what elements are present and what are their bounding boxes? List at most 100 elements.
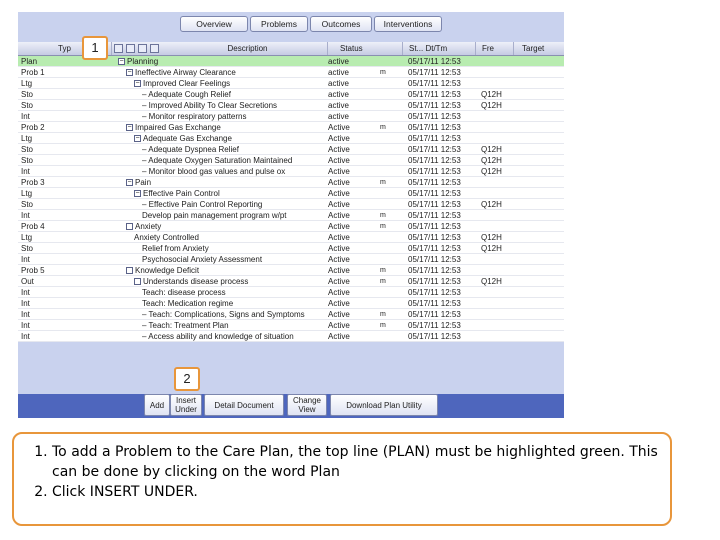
column-header-target[interactable]: Target <box>514 42 564 55</box>
row-description-cell: Understands disease process <box>134 276 334 287</box>
row-type: Sto <box>21 244 34 253</box>
row-flag-icon[interactable]: m <box>380 265 390 276</box>
table-row[interactable]: Prob 4 Anxiety Active m 05/17/11 12:53 <box>18 221 564 232</box>
row-start-datetime: 05/17/11 12:53 <box>408 255 461 264</box>
table-row[interactable]: Int – Teach: Treatment Plan Active m 05/17/1… <box>18 320 564 331</box>
column-header-start[interactable]: St... Dt/Tm <box>403 42 476 55</box>
row-frequency: Q12H <box>481 200 502 209</box>
row-type: Int <box>21 112 30 121</box>
collapse-icon[interactable]: − <box>134 135 141 143</box>
table-row[interactable]: Sto – Adequate Oxygen Saturation Maintain… <box>18 155 564 166</box>
row-description-cell: − Impaired Gas Exchange <box>126 122 326 133</box>
table-row[interactable]: Prob 5 Knowledge Deficit Active m 05/17/11 1… <box>18 265 564 276</box>
row-status: Active <box>328 222 350 231</box>
instructions-list: To add a Problem to the Care Plan, the t… <box>14 442 672 502</box>
column-header-description[interactable]: Description <box>168 42 328 55</box>
row-start-datetime: 05/17/11 12:53 <box>408 189 461 198</box>
row-description-cell: – Effective Pain Control Reporting <box>142 199 342 210</box>
care-plan-window: Overview Problems Outcomes Interventions… <box>18 12 564 418</box>
table-row[interactable]: Sto – Adequate Cough Relief active 05/17/11… <box>18 89 564 100</box>
table-row[interactable]: Prob 3− Pain Active m 05/17/11 12:53 <box>18 177 564 188</box>
row-flag-icon[interactable]: m <box>380 276 390 287</box>
expand-box-icon[interactable] <box>126 267 133 275</box>
table-row[interactable]: Int – Access ability and knowledge of sit… <box>18 331 564 342</box>
table-row[interactable]: Int Develop pain management program w/pt A… <box>18 210 564 221</box>
table-row[interactable]: Ltg − Effective Pain Control Active 05/17/11… <box>18 188 564 199</box>
row-status: Active <box>328 156 350 165</box>
tree-collapse-icon[interactable] <box>126 44 135 53</box>
row-type: Sto <box>21 145 34 154</box>
row-type: Ltg <box>21 134 33 143</box>
row-type: Sto <box>21 90 34 99</box>
tab-interventions[interactable]: Interventions <box>374 16 442 32</box>
row-flag-icon[interactable]: m <box>380 221 390 232</box>
tree-level-icon[interactable] <box>138 44 147 53</box>
row-status: active <box>328 57 349 66</box>
tab-outcomes[interactable]: Outcomes <box>310 16 372 32</box>
table-row[interactable]: Ltg − Improved Clear Feelings active 05/17/1… <box>18 78 564 89</box>
row-description: Relief from Anxiety <box>142 244 209 253</box>
add-button[interactable]: Add <box>144 394 170 416</box>
row-status: Active <box>328 233 350 242</box>
row-flag-icon[interactable]: m <box>380 210 390 221</box>
column-header-freq[interactable]: Fre <box>476 42 514 55</box>
row-type: Int <box>21 211 30 220</box>
row-flag-icon[interactable]: m <box>380 320 390 331</box>
row-description: Adequate Gas Exchange <box>143 134 232 143</box>
collapse-icon[interactable]: − <box>126 179 133 187</box>
tree-expand-icon[interactable] <box>114 44 123 53</box>
table-row[interactable]: Sto – Effective Pain Control Reporting Act… <box>18 199 564 210</box>
table-row[interactable]: Sto Relief from Anxiety Active 05/17/11 12:… <box>18 243 564 254</box>
row-flag-icon[interactable]: m <box>380 122 390 133</box>
table-row[interactable]: Int – Teach: Complications, Signs and Sym… <box>18 309 564 320</box>
table-row[interactable]: Sto – Adequate Dyspnea Relief Active 05/17/… <box>18 144 564 155</box>
table-row[interactable]: Int – Monitor blood gas values and pulse … <box>18 166 564 177</box>
table-row[interactable]: Ltg − Adequate Gas Exchange Active 05/17/11 … <box>18 133 564 144</box>
row-flag-icon[interactable]: m <box>380 309 390 320</box>
row-status: Active <box>328 145 350 154</box>
table-row[interactable]: Sto – Improved Ability To Clear Secretion… <box>18 100 564 111</box>
download-plan-utility-button[interactable]: Download Plan Utility <box>330 394 438 416</box>
row-type: Int <box>21 167 30 176</box>
expand-box-icon[interactable] <box>134 278 141 286</box>
collapse-icon[interactable]: − <box>118 58 125 66</box>
table-row[interactable]: Int Psychosocial Anxiety Assessment Active… <box>18 254 564 265</box>
row-status: Active <box>328 266 350 275</box>
tree-plus-icon[interactable] <box>150 44 159 53</box>
table-row[interactable]: Prob 2− Impaired Gas Exchange Active m 05/17… <box>18 122 564 133</box>
row-flag-icon[interactable]: m <box>380 177 390 188</box>
row-start-datetime: 05/17/11 12:53 <box>408 90 461 99</box>
table-row[interactable]: Ltg Anxiety Controlled Active 05/17/11 12:5… <box>18 232 564 243</box>
table-row[interactable]: Int Teach: disease process Active 05/17/11 … <box>18 287 564 298</box>
row-status: active <box>328 68 349 77</box>
action-bar: Add Insert Under Detail Document Change … <box>18 394 564 418</box>
detail-document-button[interactable]: Detail Document <box>204 394 284 416</box>
collapse-icon[interactable]: − <box>134 190 141 198</box>
table-row[interactable]: Int Teach: Medication regime Active 05/17/1… <box>18 298 564 309</box>
insert-under-button[interactable]: Insert Under <box>170 394 202 416</box>
row-start-datetime: 05/17/11 12:53 <box>408 211 461 220</box>
collapse-icon[interactable]: − <box>126 124 133 132</box>
row-description-cell: Develop pain management program w/pt <box>142 210 342 221</box>
row-description: Understands disease process <box>143 277 249 286</box>
row-description: Effective Pain Control <box>143 189 220 198</box>
column-header-status[interactable]: Status <box>328 42 403 55</box>
row-status: active <box>328 112 349 121</box>
change-view-button[interactable]: Change View <box>287 394 327 416</box>
row-flag-icon[interactable]: m <box>380 67 390 78</box>
table-row[interactable]: Int – Monitor respiratory patterns active 0… <box>18 111 564 122</box>
row-frequency: Q12H <box>481 167 502 176</box>
table-row[interactable]: Prob 1− Ineffective Airway Clearance activ… <box>18 67 564 78</box>
tab-problems[interactable]: Problems <box>250 16 308 32</box>
row-start-datetime: 05/17/11 12:53 <box>408 244 461 253</box>
expand-box-icon[interactable] <box>126 223 133 231</box>
row-status: Active <box>328 277 350 286</box>
tab-overview[interactable]: Overview <box>180 16 248 32</box>
callout-2: 2 <box>174 367 200 391</box>
row-description: Adequate Dyspnea Relief <box>148 145 239 154</box>
row-description: Knowledge Deficit <box>135 266 200 275</box>
collapse-icon[interactable]: − <box>126 69 133 77</box>
collapse-icon[interactable]: − <box>134 80 141 88</box>
table-row[interactable]: Out Understands disease process Active m 05/… <box>18 276 564 287</box>
tree-leaf-icon: – <box>142 101 149 110</box>
